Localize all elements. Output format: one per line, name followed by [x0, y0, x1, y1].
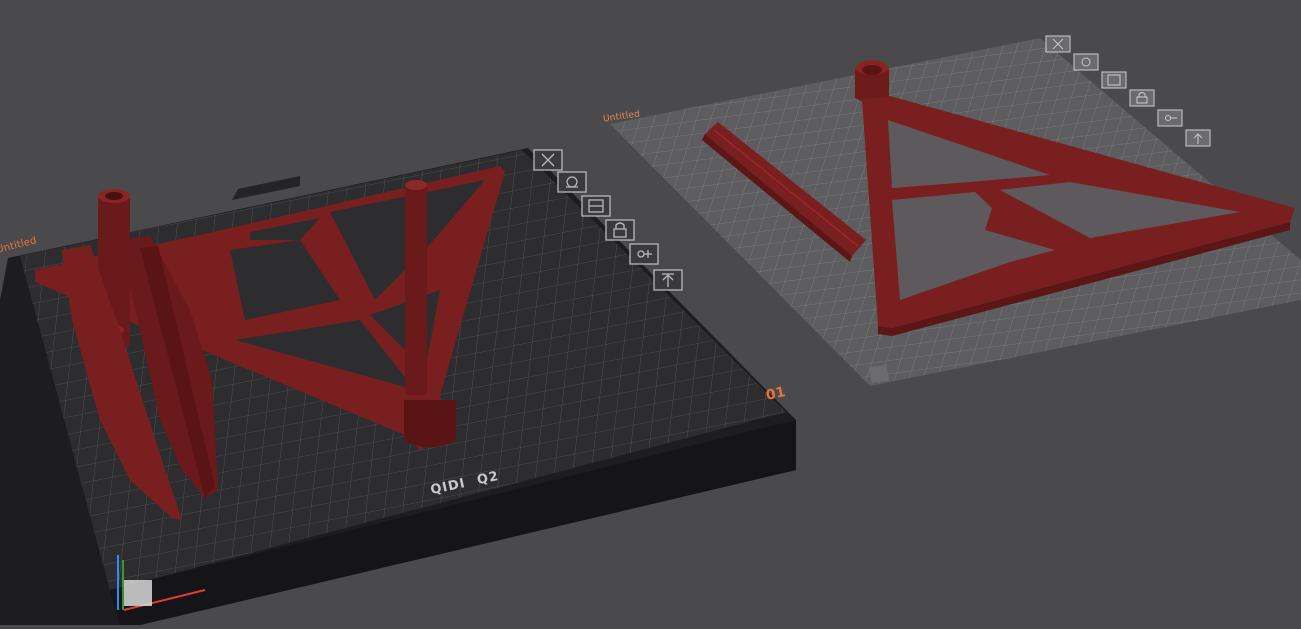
settings-icon[interactable] [629, 243, 659, 265]
lock-icon[interactable] [1129, 89, 1155, 107]
auto-orient-icon[interactable] [1073, 53, 1099, 71]
move-to-top-icon[interactable] [1185, 129, 1211, 147]
lock-icon[interactable] [605, 219, 635, 241]
arrange-icon[interactable] [581, 195, 611, 217]
3d-viewport[interactable]: Untitled Untitled 01 QIDI Q2 [0, 0, 1301, 625]
scene [0, 35, 1301, 625]
settings-icon[interactable] [1157, 109, 1183, 127]
close-icon[interactable] [1045, 35, 1071, 53]
move-to-top-icon[interactable] [653, 269, 683, 291]
close-icon[interactable] [533, 149, 563, 171]
arrange-icon[interactable] [1101, 71, 1127, 89]
auto-orient-icon[interactable] [557, 171, 587, 193]
plate-1-tab [232, 176, 300, 200]
